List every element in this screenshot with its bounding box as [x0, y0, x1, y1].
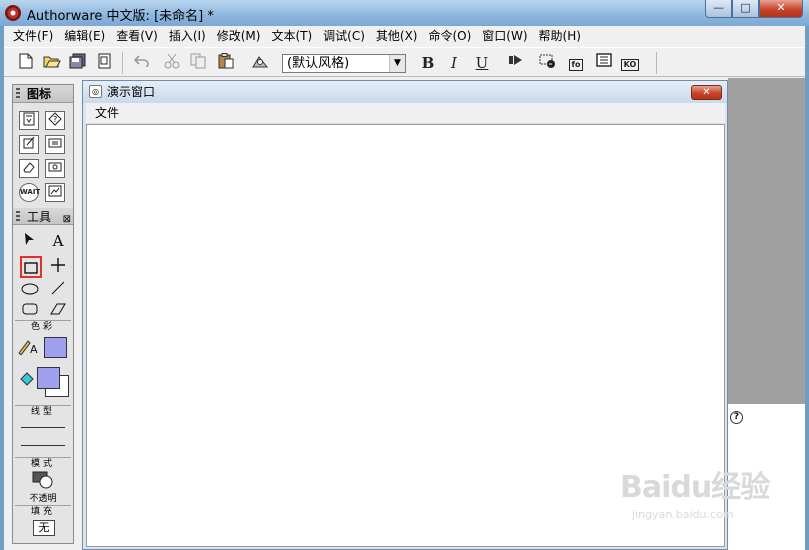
svg-text:A: A [30, 343, 38, 355]
mode-value-label: 不透明 [29, 494, 57, 504]
rectangle-tool[interactable] [20, 256, 42, 278]
italic-button[interactable]: I [444, 53, 464, 73]
erase-icon[interactable] [19, 159, 39, 178]
authorware-app-icon [5, 5, 21, 21]
presentation-close-button[interactable]: ✕ [691, 85, 722, 100]
run-icon[interactable] [506, 53, 526, 73]
variables-icon[interactable] [594, 53, 614, 73]
menu-debug[interactable]: 调试(C) [319, 26, 369, 46]
decision-icon[interactable]: ? [45, 111, 65, 130]
help-icon[interactable]: ? [730, 411, 743, 424]
toolbar-separator [656, 52, 657, 74]
close-button[interactable]: ✕ [759, 0, 803, 18]
ellipse-tool[interactable] [19, 279, 41, 301]
menu-other[interactable]: 其他(X) [372, 26, 422, 46]
wait-icon[interactable]: WAIT [19, 183, 40, 202]
undo-icon[interactable] [132, 53, 152, 73]
copy-icon[interactable] [188, 53, 208, 73]
line-style-thin[interactable] [21, 427, 65, 428]
baidu-watermark: Baidu经验 jingyan.baidu.com [620, 462, 770, 521]
knowledge-objects-icon[interactable]: KO [620, 53, 640, 73]
ko-label: KO [620, 59, 640, 71]
tools-header-label: 工具 [27, 210, 52, 224]
mode-opaque-icon[interactable] [32, 471, 53, 489]
menu-view[interactable]: 查看(V) [112, 26, 162, 46]
watermark-url: jingyan.baidu.com [632, 508, 734, 521]
text-tool[interactable]: A [47, 230, 69, 252]
window-title: Authorware 中文版: [未命名] * [27, 9, 214, 24]
import-icon[interactable] [94, 53, 114, 73]
color-section-label: 色彩 [15, 320, 71, 332]
menu-insert[interactable]: 插入(I) [165, 26, 210, 46]
chevron-down-icon[interactable]: ▼ [389, 55, 405, 72]
grip-icon[interactable] [16, 211, 20, 223]
window-controls: — □ ✕ [705, 0, 803, 18]
crosshair-tool[interactable] [47, 256, 69, 278]
toolbar: (默认风格) ▼ B I U fo KO [4, 47, 805, 77]
mode-section-label: 模式 [15, 457, 71, 469]
foreground-color-swatch[interactable] [37, 367, 60, 389]
pencil-text-color-icon[interactable]: A [17, 337, 39, 359]
icon-palette: 图标 ? WAIT 工具 ⊠ A 色彩 A 线型 模式 不透明 填充 无 [12, 84, 74, 544]
icons-palette-header: 图标 [13, 85, 73, 103]
line-style-medium[interactable] [21, 445, 65, 446]
presentation-window-icon: ◎ [89, 85, 102, 98]
stroke-color-swatch[interactable] [44, 337, 67, 358]
new-file-icon[interactable] [16, 53, 36, 73]
polygon-tool[interactable] [47, 299, 69, 321]
save-all-icon[interactable] [68, 53, 88, 73]
find-icon[interactable] [250, 53, 270, 73]
display-icon[interactable] [19, 111, 39, 130]
line-section-label: 线型 [15, 405, 71, 417]
grip-icon[interactable] [16, 88, 20, 100]
tools-palette-header: 工具 ⊠ [13, 208, 73, 225]
functions-icon[interactable]: fo [566, 53, 586, 73]
minimize-button[interactable]: — [705, 0, 732, 18]
menu-help[interactable]: 帮助(H) [535, 26, 585, 46]
calculation-icon[interactable] [45, 135, 65, 154]
rounded-rectangle-tool[interactable] [19, 299, 41, 321]
underline-button[interactable]: U [472, 53, 492, 73]
pointer-tool[interactable] [19, 230, 41, 252]
svg-text:?: ? [53, 115, 57, 124]
menu-modify[interactable]: 修改(M) [213, 26, 265, 46]
presentation-titlebar: ◎ 演示窗口 ✕ [83, 81, 727, 103]
menu-bar: 文件(F) 编辑(E) 查看(V) 插入(I) 修改(M) 文本(T) 调试(C… [4, 26, 805, 46]
menu-edit[interactable]: 编辑(E) [60, 26, 109, 46]
open-file-icon[interactable] [42, 53, 62, 73]
fill-pattern-none[interactable]: 无 [33, 520, 55, 536]
menu-window[interactable]: 窗口(W) [478, 26, 531, 46]
menu-text[interactable]: 文本(T) [267, 26, 316, 46]
presentation-menu-bar: 文件 [86, 103, 725, 123]
presentation-title: 演示窗口 [107, 85, 156, 99]
paint-bucket-icon[interactable] [16, 370, 38, 392]
window-titlebar: Authorware 中文版: [未命名] * — □ ✕ [0, 0, 809, 26]
menu-command[interactable]: 命令(O) [424, 26, 475, 46]
text-style-dropdown[interactable]: (默认风格) ▼ [282, 54, 406, 73]
cut-icon[interactable] [162, 53, 182, 73]
motion-icon[interactable] [19, 135, 39, 154]
navigate-icon[interactable] [45, 183, 65, 202]
digital-movie-icon[interactable] [45, 159, 65, 178]
maximize-button[interactable]: □ [732, 0, 759, 18]
close-icon[interactable]: ⊠ [63, 211, 71, 229]
text-style-value: (默认风格) [287, 56, 350, 71]
presentation-menu-file[interactable]: 文件 [95, 106, 119, 120]
fill-section-label: 填充 [15, 505, 71, 517]
control-panel-icon[interactable] [538, 53, 558, 73]
bold-button[interactable]: B [418, 53, 438, 73]
line-tool[interactable] [47, 279, 69, 301]
icons-header-label: 图标 [27, 87, 52, 101]
paste-icon[interactable] [216, 53, 236, 73]
toolbar-separator [122, 52, 123, 74]
menu-file[interactable]: 文件(F) [9, 26, 57, 46]
functions-label: fo [568, 59, 584, 71]
watermark-brand: Baidu经验 [620, 470, 770, 505]
